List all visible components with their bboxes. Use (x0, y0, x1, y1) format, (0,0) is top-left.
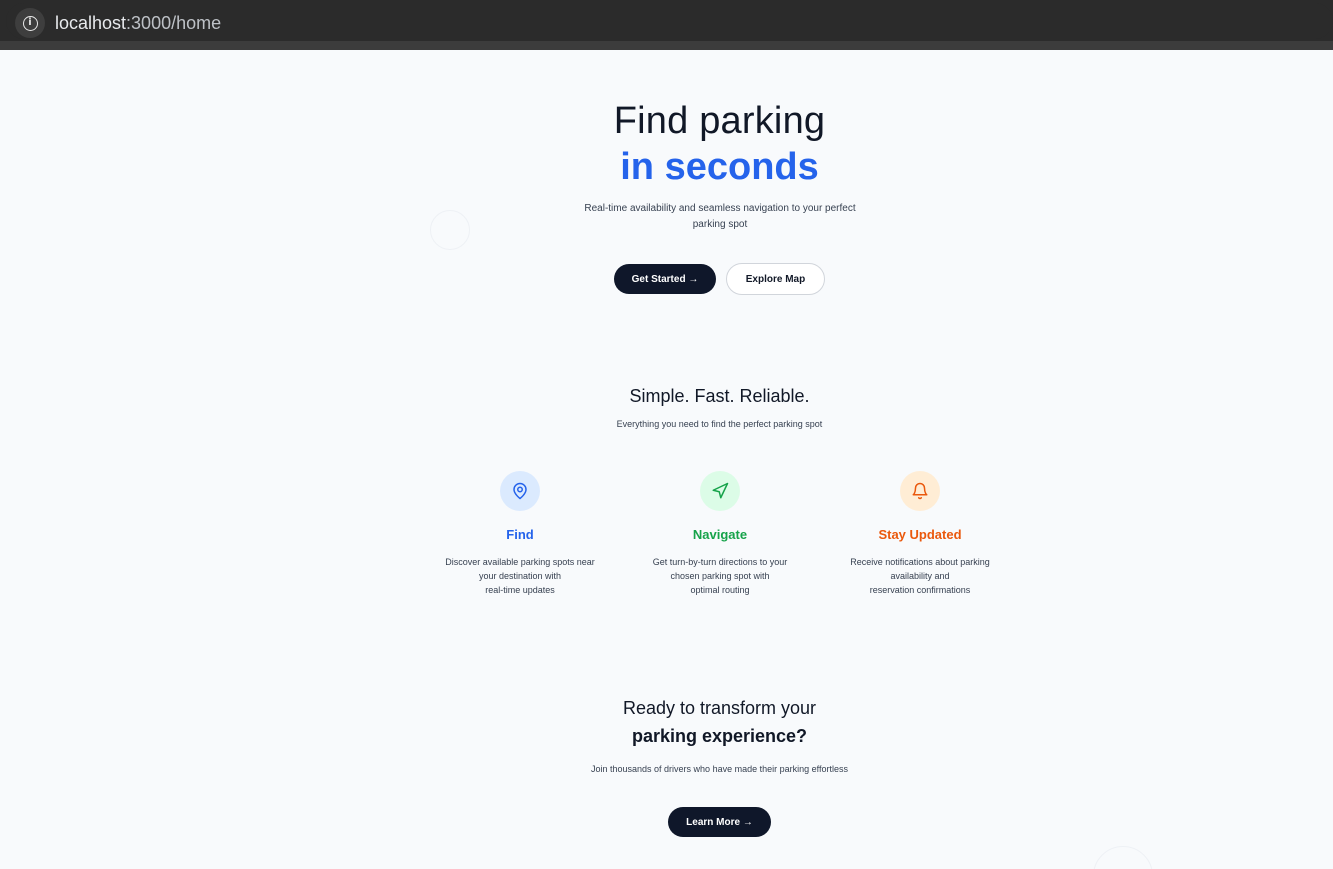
hero-subtitle-line1: Real-time availability and seamless navi… (584, 203, 856, 214)
feature-title: Find (506, 527, 534, 542)
url-text[interactable]: localhost:3000/home (55, 13, 221, 34)
decorative-circle (430, 210, 470, 250)
cta-title-line2: parking experience? (631, 726, 808, 746)
cta-title-line1: Ready to transform your (622, 698, 817, 718)
home-page: Find parking in seconds Real-time availa… (0, 50, 1333, 869)
feature-icon-badge (700, 471, 740, 511)
url-field[interactable]: i localhost:3000/home (6, 3, 1333, 39)
feature-title: Stay Updated (878, 527, 962, 542)
decorative-circle (1093, 846, 1153, 869)
features-title: Simple. Fast. Reliable. (629, 386, 810, 406)
feature-card-find: Find Discover available parking spots ne… (440, 471, 600, 597)
feature-icon-badge (500, 471, 540, 511)
feature-desc-line: optimal routing (690, 585, 750, 595)
feature-description: Get turn-by-turn directions to your chos… (640, 555, 800, 597)
map-pin-icon (513, 482, 527, 500)
feature-card-navigate: Navigate Get turn-by-turn directions to … (640, 471, 800, 597)
browser-divider (0, 41, 1333, 50)
cta-subtitle: Join thousands of drivers who have made … (591, 764, 848, 774)
feature-desc-line: reservation confirmations (869, 585, 971, 595)
feature-desc-line: chosen parking spot with (670, 571, 770, 581)
browser-address-bar: i localhost:3000/home (0, 0, 1333, 41)
feature-desc-line: Receive notifications about parking (850, 557, 990, 567)
site-info-button[interactable]: i (15, 8, 45, 38)
feature-desc-line: Discover available parking spots near (445, 557, 595, 567)
features-subtitle: Everything you need to find the perfect … (616, 419, 823, 429)
hero-title-highlight: in seconds (620, 146, 819, 188)
hero-title-line1: Find parking (613, 100, 826, 142)
url-host: localhost (55, 13, 127, 33)
feature-description: Discover available parking spots near yo… (440, 555, 600, 597)
info-icon: i (22, 15, 38, 31)
learn-more-button[interactable]: Learn More → (668, 807, 771, 837)
feature-desc-line: real-time updates (485, 585, 555, 595)
feature-desc-line: Get turn-by-turn directions to your (652, 557, 788, 567)
navigation-arrow-icon (712, 482, 729, 499)
url-path: :3000/home (126, 13, 222, 33)
explore-map-button[interactable]: Explore Map (726, 263, 825, 295)
feature-description: Receive notifications about parking avai… (840, 555, 1000, 597)
feature-desc-line: your destination with (478, 571, 562, 581)
feature-card-stay-updated: Stay Updated Receive notifications about… (840, 471, 1000, 597)
get-started-button[interactable]: Get Started → (614, 264, 716, 294)
bell-icon (912, 482, 928, 500)
hero-subtitle: Real-time availability and seamless navi… (570, 201, 870, 233)
feature-desc-line: availability and (890, 571, 950, 581)
hero-subtitle-line2: parking spot (692, 219, 748, 230)
feature-title: Navigate (692, 527, 748, 542)
feature-icon-badge (900, 471, 940, 511)
